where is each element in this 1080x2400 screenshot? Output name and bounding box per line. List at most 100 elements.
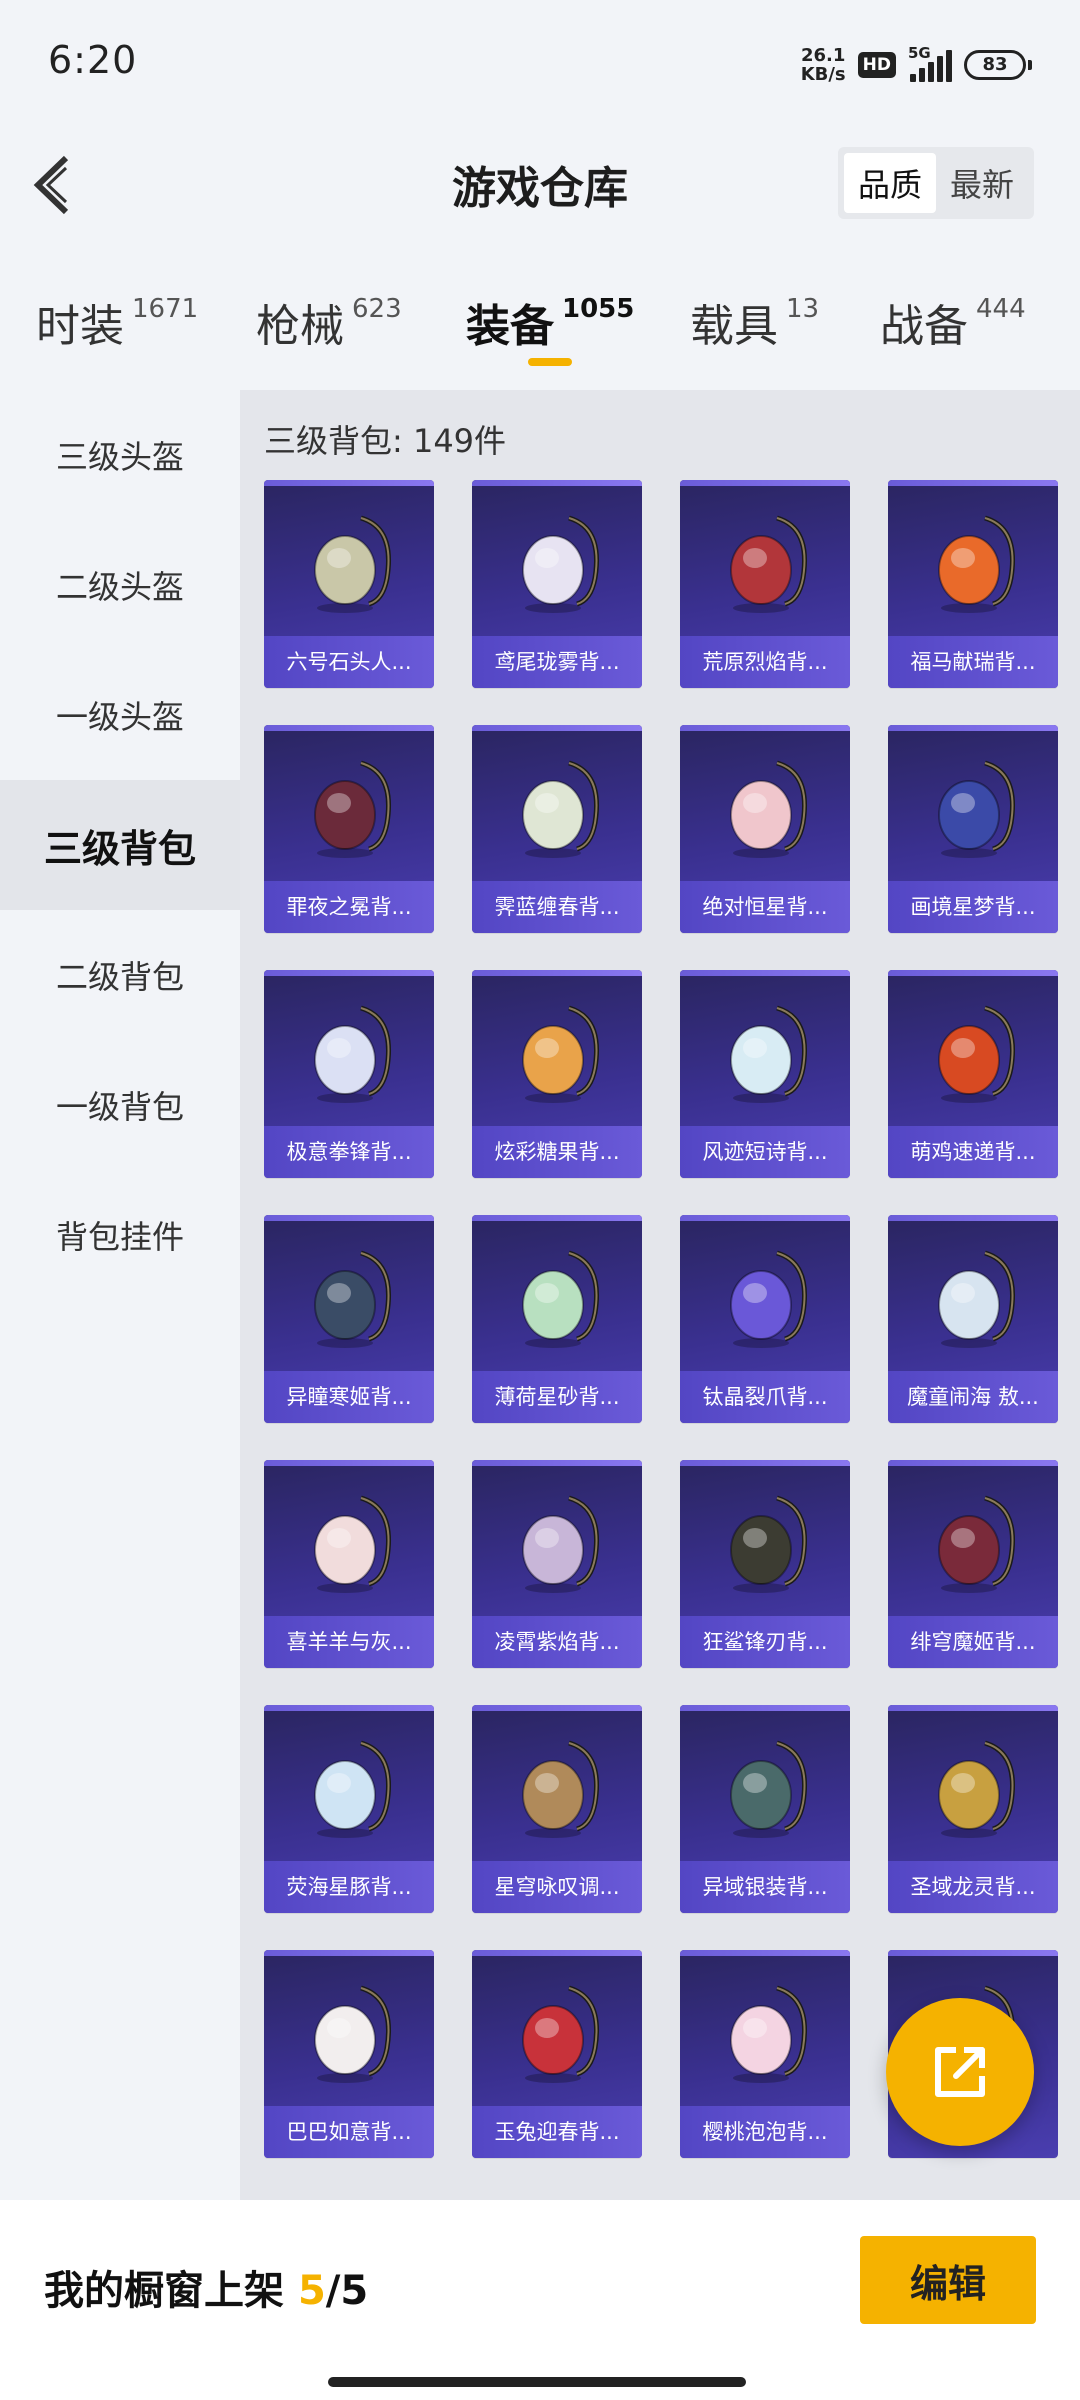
item-card-label: 玉兔迎春背... xyxy=(472,2106,642,2158)
tab-firearms[interactable]: 枪械 623 xyxy=(256,290,402,354)
backpack-icon xyxy=(938,515,1015,613)
tab-count: 444 xyxy=(976,294,1026,324)
sidebar-item-level3-helmet[interactable]: 三级头盔 xyxy=(0,390,240,520)
sort-option-newest[interactable]: 最新 xyxy=(936,153,1028,213)
item-card[interactable]: 荒原烈焰背... xyxy=(680,480,850,688)
backpack-icon xyxy=(730,515,807,613)
item-card[interactable]: 萌鸡速递背... xyxy=(888,970,1058,1178)
backpack-icon xyxy=(730,1005,807,1103)
item-card[interactable]: 喜羊羊与灰... xyxy=(264,1460,434,1668)
item-card[interactable]: 薄荷星砂背... xyxy=(472,1215,642,1423)
share-button[interactable] xyxy=(886,1998,1034,2146)
backpack-icon xyxy=(730,1740,807,1838)
item-card[interactable]: 绝对恒星背... xyxy=(680,725,850,933)
item-card[interactable]: 风迹短诗背... xyxy=(680,970,850,1178)
header: 游戏仓库 品质 最新 xyxy=(0,130,1080,240)
item-card-label: 樱桃泡泡背... xyxy=(680,2106,850,2158)
item-card[interactable]: 狂鲨锋刃背... xyxy=(680,1460,850,1668)
backpack-icon xyxy=(522,760,599,858)
tab-vehicles[interactable]: 载具 13 xyxy=(690,290,819,354)
sort-option-quality[interactable]: 品质 xyxy=(844,153,936,213)
item-card[interactable]: 鸢尾珑雾背... xyxy=(472,480,642,688)
backpack-icon xyxy=(314,760,391,858)
tab-count: 623 xyxy=(352,294,402,324)
backpack-icon xyxy=(314,1495,391,1593)
item-card[interactable]: 极意拳锋背... xyxy=(264,970,434,1178)
backpack-icon xyxy=(522,1005,599,1103)
active-tab-indicator xyxy=(528,358,572,366)
item-card[interactable]: 钛晶裂爪背... xyxy=(680,1215,850,1423)
showcase-current-count: 5 xyxy=(297,2268,326,2314)
item-card-label: 风迹短诗背... xyxy=(680,1126,850,1178)
showcase-prefix: 我的橱窗上架 xyxy=(44,2268,298,2314)
network-speed: 26.1 KB/s xyxy=(801,46,846,84)
sidebar-item-level1-backpack[interactable]: 一级背包 xyxy=(0,1040,240,1170)
item-card[interactable]: 异瞳寒姬背... xyxy=(264,1215,434,1423)
item-card-label: 异域银装背... xyxy=(680,1861,850,1913)
tab-combat-gear[interactable]: 战备 444 xyxy=(880,290,1026,354)
tab-count: 13 xyxy=(786,294,820,324)
item-card[interactable]: 圣域龙灵背... xyxy=(888,1705,1058,1913)
share-external-icon xyxy=(935,2047,985,2097)
backpack-icon xyxy=(522,1985,599,2083)
item-card[interactable]: 魔童闹海 敖... xyxy=(888,1215,1058,1423)
item-card[interactable]: 异域银装背... xyxy=(680,1705,850,1913)
item-card-label: 巴巴如意背... xyxy=(264,2106,434,2158)
item-card-label: 喜羊羊与灰... xyxy=(264,1616,434,1668)
backpack-icon xyxy=(730,1250,807,1348)
backpack-icon xyxy=(938,1495,1015,1593)
item-card-label: 钛晶裂爪背... xyxy=(680,1371,850,1423)
item-card[interactable]: 霁蓝缠春背... xyxy=(472,725,642,933)
backpack-icon xyxy=(522,515,599,613)
item-card-label: 极意拳锋背... xyxy=(264,1126,434,1178)
item-card[interactable]: 画境星梦背... xyxy=(888,725,1058,933)
sidebar-item-level2-backpack[interactable]: 二级背包 xyxy=(0,910,240,1040)
item-card-label: 异瞳寒姬背... xyxy=(264,1371,434,1423)
item-card-label: 薄荷星砂背... xyxy=(472,1371,642,1423)
edit-button[interactable]: 编辑 xyxy=(860,2236,1036,2324)
item-card[interactable]: 荧海星豚背... xyxy=(264,1705,434,1913)
item-card-label: 圣域龙灵背... xyxy=(888,1861,1058,1913)
item-list-panel: 三级背包: 149件 六号石头人... 鸢尾珑雾背... 荒原烈焰背... 福马献瑞背… xyxy=(240,390,1080,2200)
item-card-label: 福马献瑞背... xyxy=(888,636,1058,688)
showcase-status: 我的橱窗上架 5/5 xyxy=(44,2258,368,2316)
item-card-label: 画境星梦背... xyxy=(888,881,1058,933)
item-card[interactable]: 凌霄紫焰背... xyxy=(472,1460,642,1668)
sort-toggle: 品质 最新 xyxy=(838,147,1034,219)
item-card[interactable]: 炫彩糖果背... xyxy=(472,970,642,1178)
tab-equipment[interactable]: 装备 1055 xyxy=(466,290,634,354)
backpack-icon xyxy=(522,1740,599,1838)
item-card[interactable]: 玉兔迎春背... xyxy=(472,1950,642,2158)
backpack-icon xyxy=(314,1985,391,2083)
item-card[interactable]: 樱桃泡泡背... xyxy=(680,1950,850,2158)
sidebar-item-level3-backpack[interactable]: 三级背包 xyxy=(0,780,240,910)
sidebar-item-backpack-charms[interactable]: 背包挂件 xyxy=(0,1170,240,1300)
item-card[interactable]: 罪夜之冕背... xyxy=(264,725,434,933)
backpack-icon xyxy=(730,1985,807,2083)
item-card[interactable]: 福马献瑞背... xyxy=(888,480,1058,688)
item-card-label: 魔童闹海 敖... xyxy=(888,1371,1058,1423)
item-card[interactable]: 巴巴如意背... xyxy=(264,1950,434,2158)
home-indicator[interactable] xyxy=(328,2377,746,2387)
item-card-label: 凌霄紫焰背... xyxy=(472,1616,642,1668)
item-card-label: 罪夜之冕背... xyxy=(264,881,434,933)
tab-fashion[interactable]: 时装 1671 xyxy=(36,290,198,354)
item-card-label: 霁蓝缠春背... xyxy=(472,881,642,933)
item-card[interactable]: 绯穹魔姬背... xyxy=(888,1460,1058,1668)
item-card-label: 绝对恒星背... xyxy=(680,881,850,933)
item-card-label: 六号石头人... xyxy=(264,636,434,688)
backpack-icon xyxy=(314,1250,391,1348)
backpack-icon xyxy=(938,1250,1015,1348)
item-card[interactable]: 星穹咏叹调... xyxy=(472,1705,642,1913)
battery-icon: 83 xyxy=(964,50,1032,80)
item-card-label: 星穹咏叹调... xyxy=(472,1861,642,1913)
showcase-separator: / xyxy=(325,2268,341,2314)
item-card-label: 萌鸡速递背... xyxy=(888,1126,1058,1178)
item-card-label: 炫彩糖果背... xyxy=(472,1126,642,1178)
sidebar-item-level2-helmet[interactable]: 二级头盔 xyxy=(0,520,240,650)
tab-count: 1671 xyxy=(132,294,199,324)
status-icons: 26.1 KB/s HD 5G 83 xyxy=(801,40,1032,90)
sidebar-item-level1-helmet[interactable]: 一级头盔 xyxy=(0,650,240,780)
item-card[interactable]: 六号石头人... xyxy=(264,480,434,688)
item-card-label: 狂鲨锋刃背... xyxy=(680,1616,850,1668)
